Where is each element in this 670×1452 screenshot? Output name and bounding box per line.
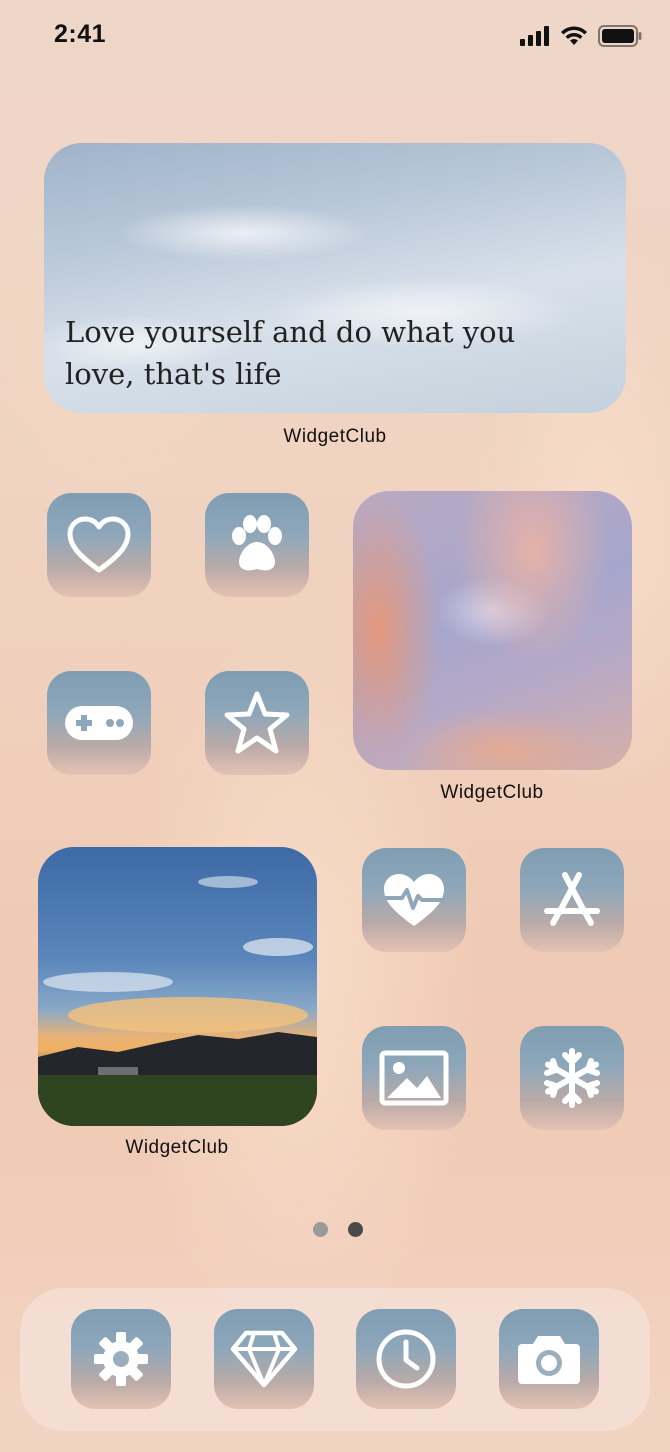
cellular-signal-icon <box>520 26 550 51</box>
snowflake-icon <box>541 1047 603 1109</box>
photos-app[interactable] <box>362 1026 466 1130</box>
dock <box>20 1288 650 1431</box>
paw-icon <box>225 514 289 576</box>
page-indicator[interactable] <box>313 1222 363 1237</box>
diamond-app[interactable] <box>214 1309 314 1409</box>
diamond-icon <box>229 1329 299 1389</box>
heart-icon <box>66 515 132 575</box>
sunset-widget-label: WidgetClub <box>440 782 544 803</box>
settings-app[interactable] <box>71 1309 171 1409</box>
landscape-widget-label: WidgetClub <box>125 1137 229 1158</box>
clock-app[interactable] <box>356 1309 456 1409</box>
landscape-scenery <box>38 876 317 1126</box>
gamepad-icon <box>64 703 134 743</box>
battery-icon <box>598 25 642 52</box>
page-dot-2-active[interactable] <box>348 1222 363 1237</box>
gear-icon <box>92 1330 150 1388</box>
status-time: 2:41 <box>54 20 107 48</box>
wifi-icon <box>560 26 588 51</box>
health-app[interactable] <box>362 848 466 952</box>
landscape-photo-widget[interactable] <box>38 847 317 1126</box>
camera-icon <box>516 1332 582 1386</box>
app-store-icon <box>541 871 603 929</box>
photos-icon <box>379 1050 449 1106</box>
snowflake-app[interactable] <box>520 1026 624 1130</box>
paw-app[interactable] <box>205 493 309 597</box>
status-icons <box>520 25 642 52</box>
quote-widget[interactable]: Love yourself and do what you love, that… <box>44 143 626 413</box>
heart-app[interactable] <box>47 493 151 597</box>
health-heartbeat-icon <box>380 870 448 930</box>
camera-app[interactable] <box>499 1309 599 1409</box>
star-app[interactable] <box>205 671 309 775</box>
quote-text: Love yourself and do what you love, that… <box>65 315 516 391</box>
status-bar: 2:41 <box>0 0 670 70</box>
quote-widget-label: WidgetClub <box>283 426 387 447</box>
clock-icon <box>375 1328 437 1390</box>
app-store-app[interactable] <box>520 848 624 952</box>
star-icon <box>223 690 291 756</box>
sunset-photo-widget[interactable] <box>353 491 632 770</box>
page-dot-1[interactable] <box>313 1222 328 1237</box>
game-app[interactable] <box>47 671 151 775</box>
